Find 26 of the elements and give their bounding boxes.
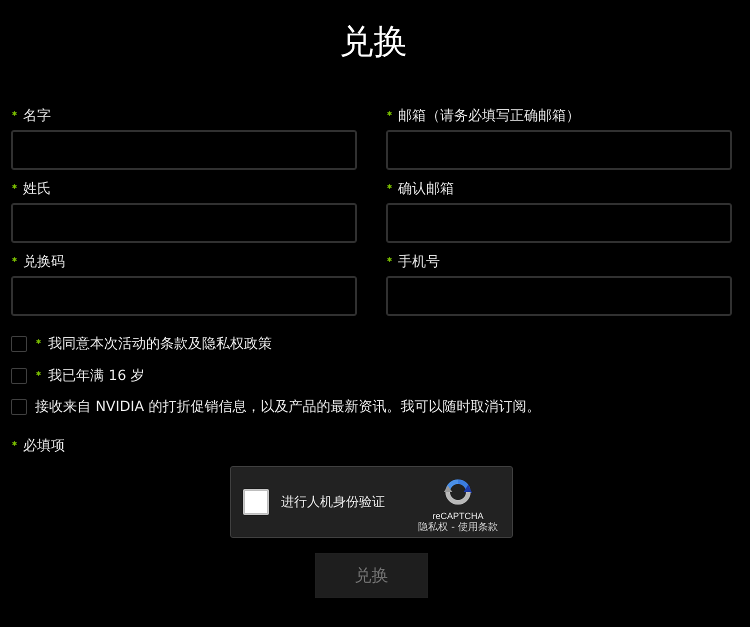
text-input-field[interactable] [386, 130, 732, 170]
field-label: 姓氏 [23, 180, 51, 199]
text-input-field[interactable] [386, 276, 732, 316]
field-label: 名字 [23, 107, 51, 126]
field-label: 兑换码 [23, 253, 65, 272]
checkbox-label: 我同意本次活动的条款及隐私权政策 [48, 335, 272, 354]
captcha-checkbox[interactable] [243, 489, 269, 515]
checkbox-label: 我已年满 16 岁 [48, 366, 145, 386]
field-label: 确认邮箱 [398, 180, 454, 199]
text-input-field[interactable] [11, 203, 357, 243]
required-note-text: 必填项 [23, 437, 65, 456]
checkbox[interactable] [11, 368, 27, 384]
text-input-field[interactable] [11, 276, 357, 316]
page-title: 兑换 [338, 21, 408, 64]
circular-arrows-icon [443, 476, 473, 506]
asterisk-icon [12, 441, 17, 446]
captcha-brand-text: reCAPTCHA [432, 510, 484, 522]
field-label: 邮箱（请务必填写正确邮箱） [398, 107, 580, 126]
field-label: 手机号 [398, 253, 440, 272]
checkbox[interactable] [11, 336, 27, 352]
captcha-terms-text: 隐私权 - 使用条款 [418, 522, 498, 534]
text-input-field[interactable] [11, 130, 357, 170]
text-input-field[interactable] [386, 203, 732, 243]
checkbox[interactable] [11, 399, 27, 415]
checkbox-label: 接收来自 NVIDIA 的打折促销信息，以及产品的最新资讯。我可以随时取消订阅。 [35, 398, 541, 417]
captcha-label: 进行人机身份验证 [281, 494, 386, 511]
